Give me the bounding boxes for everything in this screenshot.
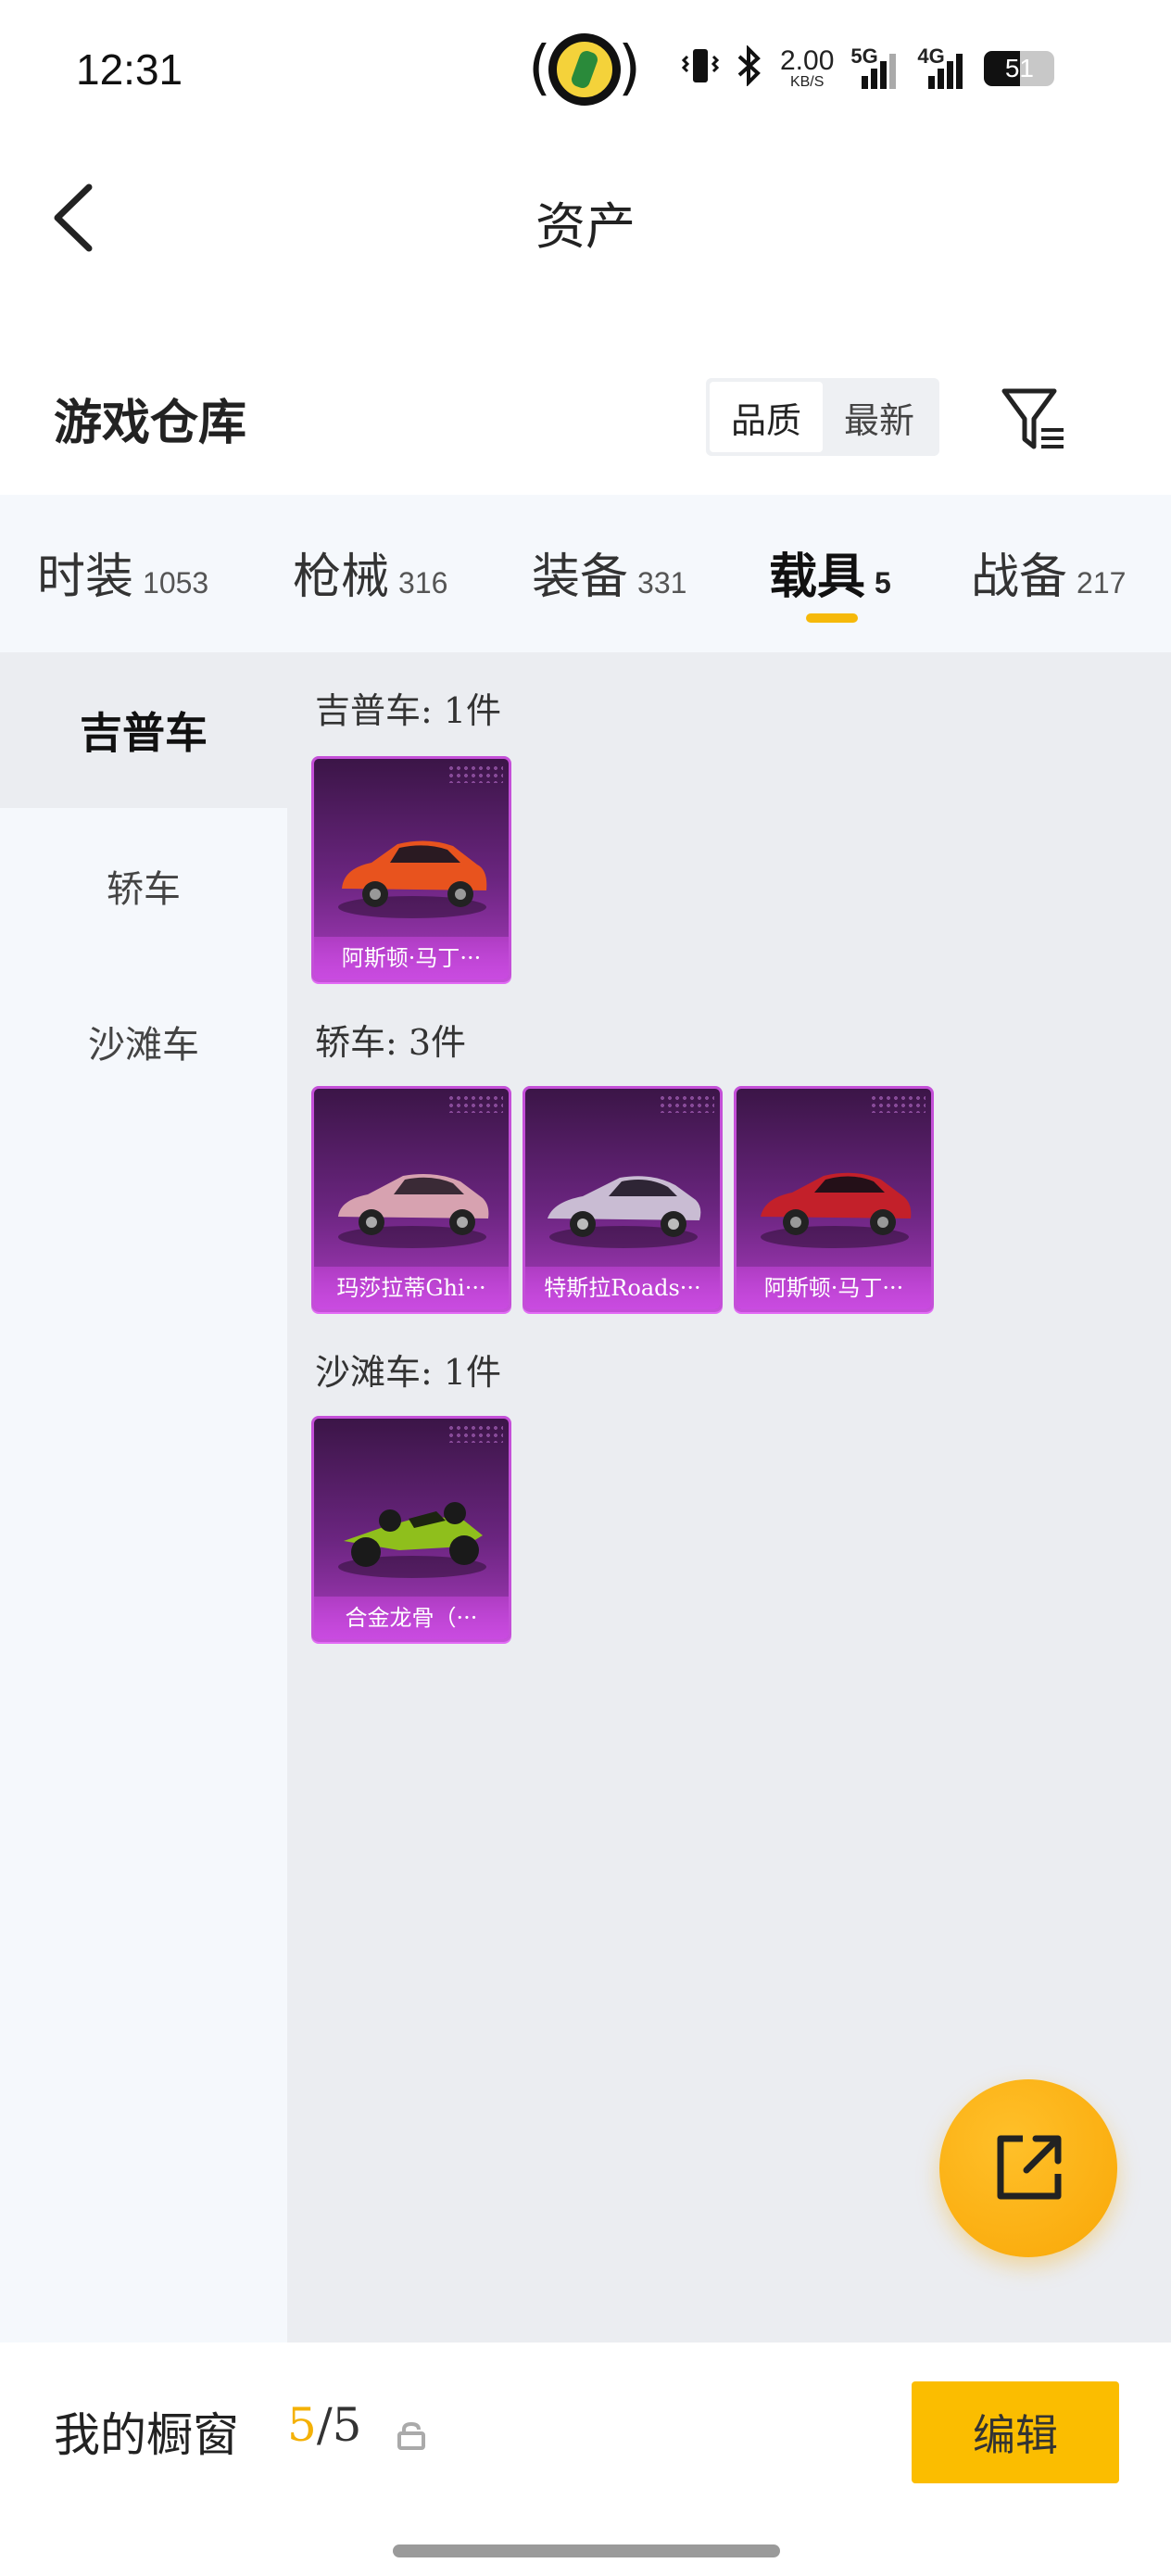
showcase-count: 5/5 xyxy=(287,2398,362,2452)
car-image xyxy=(761,1172,912,1248)
tab-firearms[interactable]: 枪械 316 xyxy=(293,537,447,607)
showcase-bar: 我的橱窗 5/5 编辑 xyxy=(0,2342,1171,2576)
group-title-sedan: 轿车: 3件 xyxy=(315,1022,467,1063)
page-title: 资产 xyxy=(535,197,636,256)
battery-icon: 51 xyxy=(984,51,1055,86)
app-notification-icon: ( ) xyxy=(528,33,641,109)
active-tab-indicator xyxy=(806,613,858,623)
warehouse-title: 游戏仓库 xyxy=(54,395,247,451)
car-image xyxy=(338,840,487,918)
sort-toggle: 品质 最新 xyxy=(706,378,939,456)
car-image xyxy=(338,1174,489,1248)
tab-battle-prep[interactable]: 战备 217 xyxy=(971,537,1126,607)
car-image xyxy=(548,1176,701,1248)
edit-button[interactable]: 编辑 xyxy=(912,2381,1119,2483)
vehicle-name: 合金龙骨（··· xyxy=(314,1597,509,1639)
tab-equipment[interactable]: 装备 331 xyxy=(532,537,686,607)
vehicle-name: 阿斯顿·马丁··· xyxy=(737,1267,931,1309)
signal-5g-icon: 5G xyxy=(850,44,900,89)
tab-fashion[interactable]: 时装 1053 xyxy=(37,537,208,607)
subnav-sedan[interactable]: 轿车 xyxy=(0,808,287,964)
sort-latest-button[interactable]: 最新 xyxy=(823,382,936,452)
network-speed: 2.00 KB/S xyxy=(780,45,835,90)
sort-quality-button[interactable]: 品质 xyxy=(710,382,823,452)
subnav-buggy[interactable]: 沙滩车 xyxy=(0,964,287,1119)
lock-icon xyxy=(397,2422,425,2450)
home-indicator[interactable] xyxy=(393,2544,780,2557)
vibrate-icon xyxy=(681,45,720,93)
status-time: 12:31 xyxy=(76,45,183,94)
vehicle-card[interactable]: 阿斯顿·马丁··· xyxy=(311,756,511,982)
vehicle-card[interactable]: 玛莎拉蒂Ghi··· xyxy=(311,1086,511,1312)
tab-vehicles[interactable]: 载具 5 xyxy=(769,537,891,607)
share-button[interactable] xyxy=(939,2079,1117,2257)
car-image xyxy=(338,1502,486,1578)
status-bar: 12:31 ( ) 2.00 KB/S 5G 4G 51 xyxy=(0,0,1171,139)
signal-4g-icon: 4G xyxy=(917,44,967,89)
vehicle-name: 玛莎拉蒂Ghi··· xyxy=(314,1267,509,1309)
vehicle-card[interactable]: 特斯拉Roads··· xyxy=(523,1086,723,1312)
category-tabs: 时装 1053 枪械 316 装备 331 载具 5 战备 217 xyxy=(0,495,1171,652)
subnav-jeep[interactable]: 吉普车 xyxy=(0,652,287,808)
filter-button[interactable] xyxy=(997,384,1071,454)
showcase-label: 我的橱窗 xyxy=(54,2408,239,2462)
vehicle-card[interactable]: 合金龙骨（··· xyxy=(311,1416,511,1642)
vehicle-name: 阿斯顿·马丁··· xyxy=(314,937,509,979)
vehicle-name: 特斯拉Roads··· xyxy=(525,1267,720,1309)
vehicle-card[interactable]: 阿斯顿·马丁··· xyxy=(734,1086,934,1312)
group-title-jeep: 吉普车: 1件 xyxy=(315,690,502,731)
vehicle-subnav: 吉普车 轿车 沙滩车 xyxy=(0,652,287,2342)
bluetooth-icon xyxy=(736,44,763,93)
filter-icon xyxy=(1001,388,1064,449)
share-external-icon xyxy=(997,2135,1062,2200)
group-title-buggy: 沙滩车: 1件 xyxy=(315,1352,502,1393)
